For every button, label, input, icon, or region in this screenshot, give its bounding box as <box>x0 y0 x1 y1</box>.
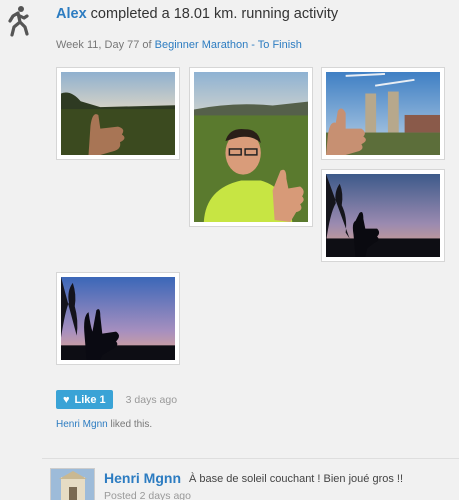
activity-photo-3[interactable] <box>321 67 445 160</box>
heart-icon: ♥ <box>63 393 70 406</box>
activity-headline: Alex completed a 18.01 km. running activ… <box>56 6 338 22</box>
week-day-text: Week 11, Day 77 of <box>56 39 152 51</box>
activity-subline: Week 11, Day 77 of Beginner Marathon - T… <box>56 39 302 51</box>
activity-photo-2[interactable] <box>189 67 313 227</box>
liked-by-suffix: liked this. <box>110 419 153 430</box>
comment-divider <box>42 458 459 459</box>
comment-author-link[interactable]: Henri Mgnn <box>104 470 181 486</box>
like-label: Like <box>74 393 97 406</box>
activity-user-link[interactable]: Alex <box>56 6 87 22</box>
activity-photo-1[interactable] <box>56 67 180 160</box>
plan-link[interactable]: Beginner Marathon - To Finish <box>155 39 302 51</box>
activity-action-text: completed a 18.01 km. running activity <box>90 6 339 22</box>
activity-photo-5[interactable] <box>56 272 180 365</box>
running-person-icon <box>8 6 29 37</box>
like-row: ♥ Like 1 3 days ago <box>56 390 177 409</box>
activity-time: 3 days ago <box>125 393 178 406</box>
like-button[interactable]: ♥ Like 1 <box>56 390 113 409</box>
like-count: 1 <box>99 393 106 406</box>
liked-by-text: Henri Mgnn liked this. <box>56 419 152 430</box>
liked-by-user-link[interactable]: Henri Mgnn <box>56 419 108 430</box>
comment-time: Posted 2 days ago <box>104 490 191 500</box>
comment-avatar[interactable] <box>50 468 95 500</box>
activity-photo-4[interactable] <box>321 169 445 262</box>
comment-text: À base de soleil couchant ! Bien joué gr… <box>189 473 404 485</box>
